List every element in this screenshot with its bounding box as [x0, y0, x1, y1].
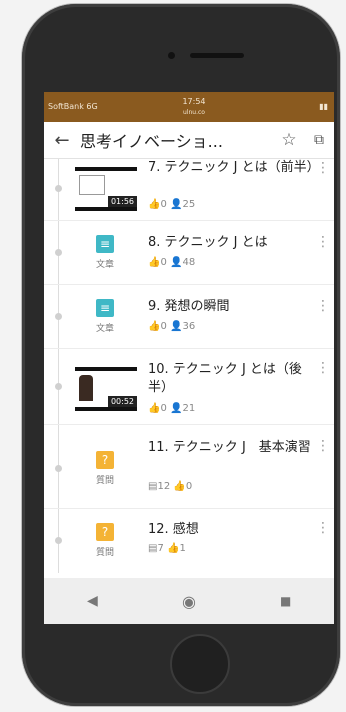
question-icon: ? [96, 451, 114, 469]
arrow-left-icon[interactable]: ← [44, 130, 80, 151]
item-meta: ▤7 👍1 [148, 543, 186, 554]
list-item[interactable]: 01:56 7. テクニック J とは（前半） 👍0 👤25 ⋮ [44, 159, 334, 221]
like-count: 0 [160, 403, 167, 414]
nav-home-button[interactable]: ◉ [169, 592, 209, 611]
item-title[interactable]: 9. 発想の瞬間 [148, 298, 316, 316]
more-vert-icon[interactable]: ⋮ [316, 299, 330, 313]
thumb-up-icon: 👍 [148, 257, 161, 268]
timeline-dot [55, 383, 62, 390]
thumb-up-icon: 👍 [167, 543, 180, 554]
more-vert-icon[interactable]: ⋮ [316, 235, 330, 249]
type-label: 質問 [95, 476, 114, 486]
item-title[interactable]: 12. 感想 [148, 521, 316, 539]
thumbnail-hand [79, 375, 93, 401]
like-count: 1 [179, 543, 186, 554]
timeline-dot [55, 249, 62, 256]
like-count: 0 [185, 481, 193, 492]
document-icon: ≡ [96, 235, 114, 253]
list-item[interactable]: 00:52 10. テクニック J とは（後半） 👍0 👤21 ⋮ [44, 349, 334, 425]
nav-recent-button[interactable]: ■ [266, 594, 306, 608]
user-count: 36 [182, 321, 196, 332]
type-label: 質問 [95, 548, 114, 558]
list-item[interactable]: ≡ 文章 8. テクニック J とは 👍0 👤48 ⋮ [44, 221, 334, 285]
phone-top-bezel [22, 4, 340, 94]
clock: 17:54 [182, 97, 206, 106]
nav-back-button[interactable]: ◀ [72, 593, 112, 609]
screen: SoftBank 6G 17:54 ulnu.co ▮▮ ← 思考イノベーショ.… [44, 92, 334, 624]
android-nav-bar: ◀ ◉ ■ [44, 578, 334, 624]
item-title[interactable]: 11. テクニック J 基本演習 [148, 439, 316, 457]
list-item[interactable]: ? 質問 11. テクニック J 基本演習 ▤12 👍0 ⋮ [44, 425, 334, 509]
camera [168, 52, 175, 59]
user-icon: 👤 [170, 257, 183, 268]
timeline-dot [55, 537, 62, 544]
thumb-up-icon: 👍 [148, 403, 161, 414]
item-meta: 👍0 👤36 [148, 321, 195, 332]
url-label: ulnu.co [183, 109, 205, 116]
response-count: 12 [157, 481, 171, 492]
thumb-up-icon: 👍 [173, 481, 186, 492]
list-item[interactable]: ? 質問 12. 感想 ▤7 👍1 ⋮ [44, 509, 334, 573]
like-count: 0 [160, 199, 167, 210]
document-icon: ≡ [96, 299, 114, 317]
thumb-up-icon: 👍 [148, 199, 161, 210]
star-icon[interactable]: ☆ [274, 130, 304, 150]
app-bar: ← 思考イノベーショ... ☆ ⧉ [44, 122, 334, 159]
like-count: 0 [160, 321, 167, 332]
thumb-up-icon: 👍 [148, 321, 161, 332]
timeline-dot [55, 185, 62, 192]
item-meta: 👍0 👤48 [148, 257, 195, 268]
response-count: 7 [157, 543, 164, 554]
more-vert-icon[interactable]: ⋮ [316, 361, 330, 375]
timeline-dot [55, 465, 62, 472]
user-icon: 👤 [170, 403, 183, 414]
timeline-dot [55, 313, 62, 320]
thumbnail-sketch [79, 175, 105, 195]
carrier-label: SoftBank 6G [48, 102, 98, 111]
more-vert-icon[interactable]: ⋮ [316, 439, 330, 453]
user-count: 21 [182, 403, 196, 414]
user-icon: 👤 [170, 199, 183, 210]
page-title: 思考イノベーショ... [80, 132, 223, 151]
speaker [190, 53, 244, 58]
item-meta: 👍0 👤21 [148, 403, 195, 414]
question-icon: ? [96, 523, 114, 541]
video-duration: 01:56 [107, 196, 137, 207]
lesson-list: 01:56 7. テクニック J とは（前半） 👍0 👤25 ⋮ ≡ 文章 8.… [44, 159, 334, 573]
battery-icon: ▮▮ [319, 102, 328, 111]
user-count: 48 [182, 257, 196, 268]
more-vert-icon[interactable]: ⋮ [316, 161, 330, 175]
home-button[interactable] [170, 634, 230, 694]
external-link-icon[interactable]: ⧉ [304, 132, 334, 148]
more-vert-icon[interactable]: ⋮ [316, 521, 330, 535]
video-thumbnail[interactable]: 00:52 [75, 367, 137, 411]
video-duration: 00:52 [107, 396, 137, 407]
type-label: 文章 [95, 324, 114, 334]
user-count: 25 [182, 199, 196, 210]
item-title[interactable]: 7. テクニック J とは（前半） [148, 159, 320, 177]
item-title[interactable]: 10. テクニック J とは（後半） [148, 361, 316, 397]
item-title[interactable]: 8. テクニック J とは [148, 234, 316, 252]
item-meta: 👍0 👤25 [148, 199, 195, 210]
type-label: 文章 [95, 260, 114, 270]
list-item[interactable]: ≡ 文章 9. 発想の瞬間 👍0 👤36 ⋮ [44, 285, 334, 349]
status-bar: SoftBank 6G 17:54 ulnu.co ▮▮ [44, 92, 334, 122]
like-count: 0 [160, 257, 167, 268]
user-icon: 👤 [170, 321, 183, 332]
video-thumbnail[interactable]: 01:56 [75, 167, 137, 211]
item-meta: ▤12 👍0 [148, 481, 192, 492]
